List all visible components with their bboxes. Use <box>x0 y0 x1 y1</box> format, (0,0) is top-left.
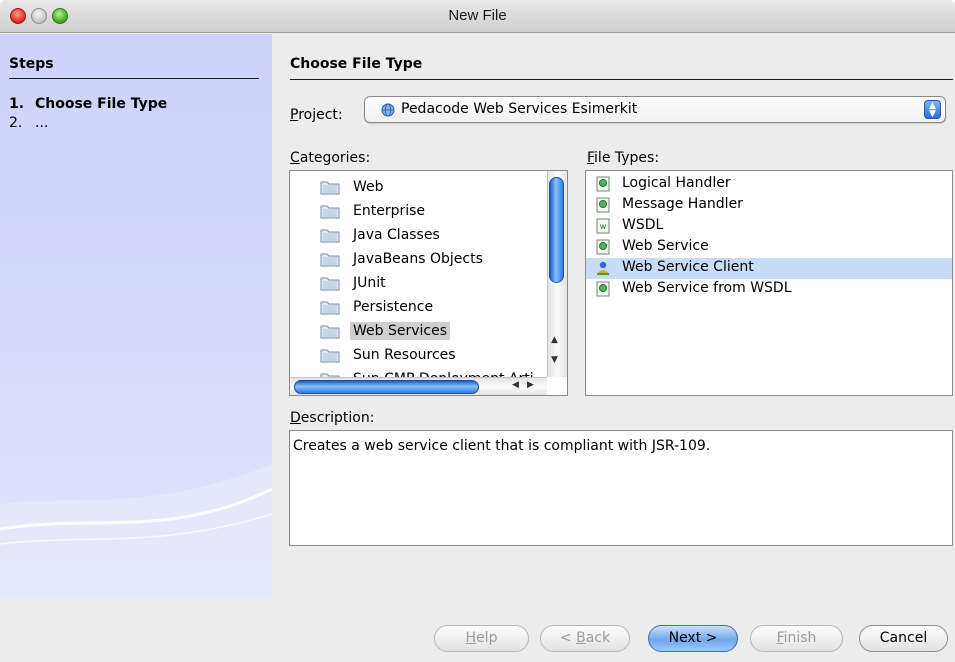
scroll-down-icon[interactable]: ▼ <box>551 355 558 365</box>
globe-icon <box>381 103 395 117</box>
categories-list[interactable]: Web Enterprise Java Classes JavaBeans Ob… <box>289 170 568 396</box>
category-label: Web Services <box>350 322 451 340</box>
file-type-label: Web Service from WSDL <box>622 280 792 296</box>
category-label: Persistence <box>353 299 434 315</box>
project-label: Project: <box>290 107 343 123</box>
web-file-icon <box>596 197 610 213</box>
list-item-selected[interactable]: Web Service Client <box>586 258 952 279</box>
cancel-button[interactable]: Cancel <box>859 625 948 652</box>
file-types-label: File Types: <box>587 150 660 166</box>
file-type-label: Web Service Client <box>622 259 754 275</box>
folder-icon <box>320 325 340 339</box>
file-type-label: Web Service <box>622 238 709 254</box>
step-item-2: 2.... <box>9 115 48 131</box>
step-number: 2. <box>9 115 23 131</box>
web-service-client-icon <box>597 261 609 275</box>
back-button[interactable]: < Back <box>540 625 630 652</box>
file-type-label: Message Handler <box>622 196 743 212</box>
step-label: ... <box>35 115 49 131</box>
page-title: Choose File Type <box>290 56 423 72</box>
categories-label: Categories: <box>290 150 371 166</box>
steps-title: Steps <box>9 56 54 72</box>
description-text: Creates a web service client that is com… <box>289 430 953 546</box>
new-file-dialog: New File Steps 1. Choose File Type 2.... … <box>0 0 955 662</box>
scroll-right-icon[interactable]: ▶ <box>527 380 534 390</box>
step-number: 1. <box>9 96 25 112</box>
step-label: Choose File Type <box>35 96 168 112</box>
folder-icon <box>320 229 340 243</box>
help-button[interactable]: Help <box>434 625 529 652</box>
list-item[interactable]: Message Handler <box>586 195 952 216</box>
finish-button[interactable]: Finish <box>750 625 843 652</box>
steps-divider <box>9 78 259 79</box>
folder-icon <box>320 253 340 267</box>
folder-icon <box>320 349 340 363</box>
folder-icon <box>320 277 340 291</box>
folder-icon <box>320 205 340 219</box>
chevron-up-down-icon[interactable]: ▲ ▼ <box>924 100 941 119</box>
project-select[interactable]: Pedacode Web Services Esimerkit ▲ ▼ <box>364 96 946 123</box>
category-label: JUnit <box>353 275 386 291</box>
web-file-icon <box>596 176 610 192</box>
file-types-list[interactable]: Logical Handler Message Handler w WSDL W… <box>585 170 953 396</box>
list-item[interactable]: Logical Handler <box>586 174 952 195</box>
category-label: Enterprise <box>353 203 426 219</box>
web-file-icon <box>596 281 610 297</box>
folder-icon <box>320 181 340 195</box>
scroll-left-icon[interactable]: ◀ <box>512 380 519 390</box>
title-divider <box>290 79 953 80</box>
decorative-swoosh <box>0 464 272 598</box>
category-label: JavaBeans Objects <box>353 251 483 267</box>
web-file-icon <box>596 239 610 255</box>
file-type-label: Logical Handler <box>622 175 731 191</box>
list-item[interactable]: w WSDL <box>586 216 952 237</box>
category-label: Sun Resources <box>353 347 456 363</box>
vertical-scroll-thumb[interactable] <box>549 177 564 283</box>
list-item[interactable]: Web Service <box>586 237 952 258</box>
scroll-up-icon[interactable]: ▲ <box>551 335 558 345</box>
next-button[interactable]: Next > <box>648 625 738 652</box>
list-item[interactable]: Web Service from WSDL <box>586 279 952 300</box>
project-value: Pedacode Web Services Esimerkit <box>401 101 638 117</box>
category-label: Web <box>353 179 384 195</box>
svg-text:w: w <box>600 222 607 231</box>
category-label: Java Classes <box>353 227 440 243</box>
steps-panel: Steps 1. Choose File Type 2.... <box>0 34 272 598</box>
step-item-1: 1. Choose File Type <box>9 96 167 112</box>
file-type-label: WSDL <box>622 217 664 233</box>
description-label: Description: <box>290 410 375 426</box>
wsdl-file-icon: w <box>596 218 610 234</box>
horizontal-scroll-thumb[interactable] <box>294 380 479 394</box>
folder-icon <box>320 301 340 315</box>
title-bar[interactable]: New File <box>0 0 955 33</box>
window-title: New File <box>448 7 507 24</box>
